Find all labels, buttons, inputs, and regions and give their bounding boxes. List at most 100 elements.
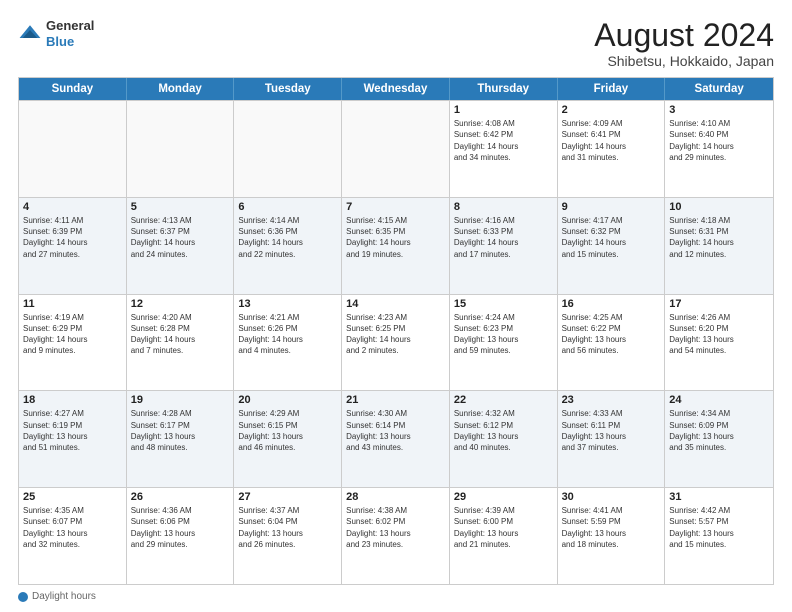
calendar-cell: 13 Sunrise: 4:21 AM Sunset: 6:26 PM Dayli… [234, 295, 342, 391]
cell-content: Sunrise: 4:16 AM Sunset: 6:33 PM Dayligh… [454, 215, 553, 260]
calendar-cell: 20 Sunrise: 4:29 AM Sunset: 6:15 PM Dayli… [234, 391, 342, 487]
cal-header-day: Sunday [19, 78, 127, 100]
day-number: 20 [238, 394, 337, 406]
cell-content: Sunrise: 4:38 AM Sunset: 6:02 PM Dayligh… [346, 505, 445, 550]
daylight-legend: Daylight hours [18, 591, 96, 602]
cell-content: Sunrise: 4:30 AM Sunset: 6:14 PM Dayligh… [346, 408, 445, 453]
calendar-body: 1 Sunrise: 4:08 AM Sunset: 6:42 PM Daylig… [19, 100, 773, 584]
day-number: 17 [669, 298, 769, 310]
header: General Blue August 2024 Shibetsu, Hokka… [18, 18, 774, 69]
day-number: 19 [131, 394, 230, 406]
calendar-cell: 12Sunrise: 4:20 AM Sunset: 6:28 PM Dayli… [127, 295, 235, 391]
calendar-cell: 22Sunrise: 4:32 AM Sunset: 6:12 PM Dayli… [450, 391, 558, 487]
day-number: 11 [23, 298, 122, 310]
cell-content: Sunrise: 4:18 AM Sunset: 6:31 PM Dayligh… [669, 215, 769, 260]
day-number: 7 [346, 201, 445, 213]
day-number: 13 [238, 298, 337, 310]
cell-content: Sunrise: 4:36 AM Sunset: 6:06 PM Dayligh… [131, 505, 230, 550]
day-number: 4 [23, 201, 122, 213]
page: General Blue August 2024 Shibetsu, Hokka… [0, 0, 792, 612]
calendar: SundayMondayTuesdayWednesdayThursdayFrid… [18, 77, 774, 585]
cell-content: Sunrise: 4:10 AM Sunset: 6:40 PM Dayligh… [669, 118, 769, 163]
calendar-row: 25 Sunrise: 4:35 AM Sunset: 6:07 PM Dayli… [19, 487, 773, 584]
logo-icon [18, 22, 42, 46]
cell-content: Sunrise: 4:08 AM Sunset: 6:42 PM Dayligh… [454, 118, 553, 163]
day-number: 25 [23, 491, 122, 503]
title-block: August 2024 Shibetsu, Hokkaido, Japan [594, 18, 774, 69]
calendar-cell: 14Sunrise: 4:23 AM Sunset: 6:25 PM Dayli… [342, 295, 450, 391]
day-number: 21 [346, 394, 445, 406]
day-number: 16 [562, 298, 661, 310]
calendar-cell: 29 Sunrise: 4:39 AM Sunset: 6:00 PM Dayli… [450, 488, 558, 584]
daylight-dot [18, 592, 28, 602]
day-number: 2 [562, 104, 661, 116]
calendar-cell: 25 Sunrise: 4:35 AM Sunset: 6:07 PM Dayli… [19, 488, 127, 584]
cell-content: Sunrise: 4:09 AM Sunset: 6:41 PM Dayligh… [562, 118, 661, 163]
calendar-cell [234, 101, 342, 197]
cell-content: Sunrise: 4:39 AM Sunset: 6:00 PM Dayligh… [454, 505, 553, 550]
calendar-cell: 31Sunrise: 4:42 AM Sunset: 5:57 PM Dayli… [665, 488, 773, 584]
cell-content: Sunrise: 4:35 AM Sunset: 6:07 PM Dayligh… [23, 505, 122, 550]
day-number: 29 [454, 491, 553, 503]
day-number: 27 [238, 491, 337, 503]
calendar-cell: 21 Sunrise: 4:30 AM Sunset: 6:14 PM Dayli… [342, 391, 450, 487]
day-number: 26 [131, 491, 230, 503]
cal-header-day: Wednesday [342, 78, 450, 100]
footer: Daylight hours [18, 591, 774, 602]
calendar-row: 4 Sunrise: 4:11 AM Sunset: 6:39 PM Daylig… [19, 197, 773, 294]
day-number: 15 [454, 298, 553, 310]
day-number: 28 [346, 491, 445, 503]
calendar-row: 18Sunrise: 4:27 AM Sunset: 6:19 PM Dayli… [19, 390, 773, 487]
logo: General Blue [18, 18, 94, 49]
calendar-cell: 16 Sunrise: 4:25 AM Sunset: 6:22 PM Dayli… [558, 295, 666, 391]
cell-content: Sunrise: 4:41 AM Sunset: 5:59 PM Dayligh… [562, 505, 661, 550]
calendar-cell: 19Sunrise: 4:28 AM Sunset: 6:17 PM Dayli… [127, 391, 235, 487]
calendar-cell: 9Sunrise: 4:17 AM Sunset: 6:32 PM Daylig… [558, 198, 666, 294]
calendar-row: 1 Sunrise: 4:08 AM Sunset: 6:42 PM Daylig… [19, 100, 773, 197]
day-number: 31 [669, 491, 769, 503]
calendar-cell: 5Sunrise: 4:13 AM Sunset: 6:37 PM Daylig… [127, 198, 235, 294]
calendar-cell: 7 Sunrise: 4:15 AM Sunset: 6:35 PM Daylig… [342, 198, 450, 294]
calendar-cell: 15Sunrise: 4:24 AM Sunset: 6:23 PM Dayli… [450, 295, 558, 391]
calendar-cell: 28 Sunrise: 4:38 AM Sunset: 6:02 PM Dayli… [342, 488, 450, 584]
cell-content: Sunrise: 4:17 AM Sunset: 6:32 PM Dayligh… [562, 215, 661, 260]
cell-content: Sunrise: 4:21 AM Sunset: 6:26 PM Dayligh… [238, 312, 337, 357]
day-number: 22 [454, 394, 553, 406]
cell-content: Sunrise: 4:37 AM Sunset: 6:04 PM Dayligh… [238, 505, 337, 550]
calendar-cell: 27 Sunrise: 4:37 AM Sunset: 6:04 PM Dayli… [234, 488, 342, 584]
main-title: August 2024 [594, 18, 774, 53]
calendar-cell: 4 Sunrise: 4:11 AM Sunset: 6:39 PM Daylig… [19, 198, 127, 294]
cal-header-day: Thursday [450, 78, 558, 100]
cell-content: Sunrise: 4:15 AM Sunset: 6:35 PM Dayligh… [346, 215, 445, 260]
logo-general: General [46, 18, 94, 34]
cal-header-day: Monday [127, 78, 235, 100]
calendar-cell: 26 Sunrise: 4:36 AM Sunset: 6:06 PM Dayli… [127, 488, 235, 584]
cell-content: Sunrise: 4:14 AM Sunset: 6:36 PM Dayligh… [238, 215, 337, 260]
calendar-cell: 8 Sunrise: 4:16 AM Sunset: 6:33 PM Daylig… [450, 198, 558, 294]
subtitle: Shibetsu, Hokkaido, Japan [594, 53, 774, 69]
calendar-cell: 30 Sunrise: 4:41 AM Sunset: 5:59 PM Dayli… [558, 488, 666, 584]
cell-content: Sunrise: 4:25 AM Sunset: 6:22 PM Dayligh… [562, 312, 661, 357]
calendar-cell [127, 101, 235, 197]
calendar-cell: 24Sunrise: 4:34 AM Sunset: 6:09 PM Dayli… [665, 391, 773, 487]
day-number: 1 [454, 104, 553, 116]
cal-header-day: Friday [558, 78, 666, 100]
day-number: 30 [562, 491, 661, 503]
calendar-cell: 6 Sunrise: 4:14 AM Sunset: 6:36 PM Daylig… [234, 198, 342, 294]
cal-header-day: Saturday [665, 78, 773, 100]
cell-content: Sunrise: 4:29 AM Sunset: 6:15 PM Dayligh… [238, 408, 337, 453]
day-number: 3 [669, 104, 769, 116]
cell-content: Sunrise: 4:11 AM Sunset: 6:39 PM Dayligh… [23, 215, 122, 260]
calendar-row: 11Sunrise: 4:19 AM Sunset: 6:29 PM Dayli… [19, 294, 773, 391]
cell-content: Sunrise: 4:33 AM Sunset: 6:11 PM Dayligh… [562, 408, 661, 453]
day-number: 6 [238, 201, 337, 213]
day-number: 24 [669, 394, 769, 406]
calendar-cell: 18Sunrise: 4:27 AM Sunset: 6:19 PM Dayli… [19, 391, 127, 487]
calendar-header: SundayMondayTuesdayWednesdayThursdayFrid… [19, 78, 773, 100]
daylight-label: Daylight hours [32, 591, 96, 602]
day-number: 12 [131, 298, 230, 310]
day-number: 23 [562, 394, 661, 406]
calendar-cell [342, 101, 450, 197]
day-number: 8 [454, 201, 553, 213]
calendar-cell: 23 Sunrise: 4:33 AM Sunset: 6:11 PM Dayli… [558, 391, 666, 487]
